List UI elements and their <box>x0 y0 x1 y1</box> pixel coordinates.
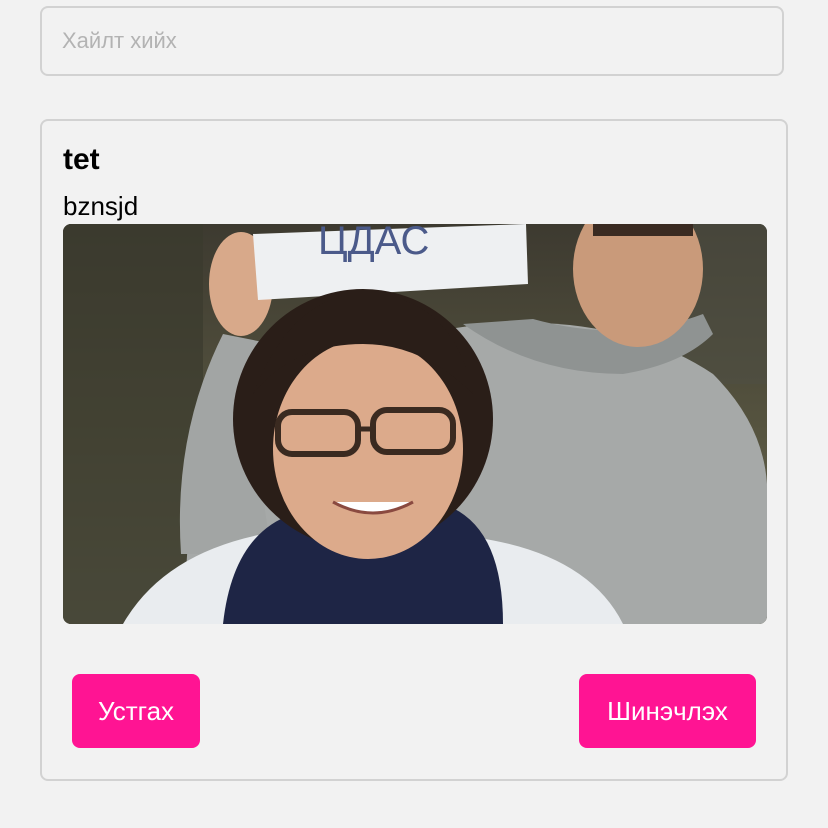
post-card: tet bznsjd ЦДАС Устгах Шинэчлэх <box>40 119 788 781</box>
post-title: tet <box>63 143 100 176</box>
post-image: ЦДАС <box>63 224 767 624</box>
update-button[interactable]: Шинэчлэх <box>579 674 756 748</box>
delete-button[interactable]: Устгах <box>72 674 200 748</box>
sign-text: ЦДАС <box>318 224 429 263</box>
post-body: bznsjd <box>63 191 139 221</box>
search-input[interactable] <box>40 6 784 76</box>
